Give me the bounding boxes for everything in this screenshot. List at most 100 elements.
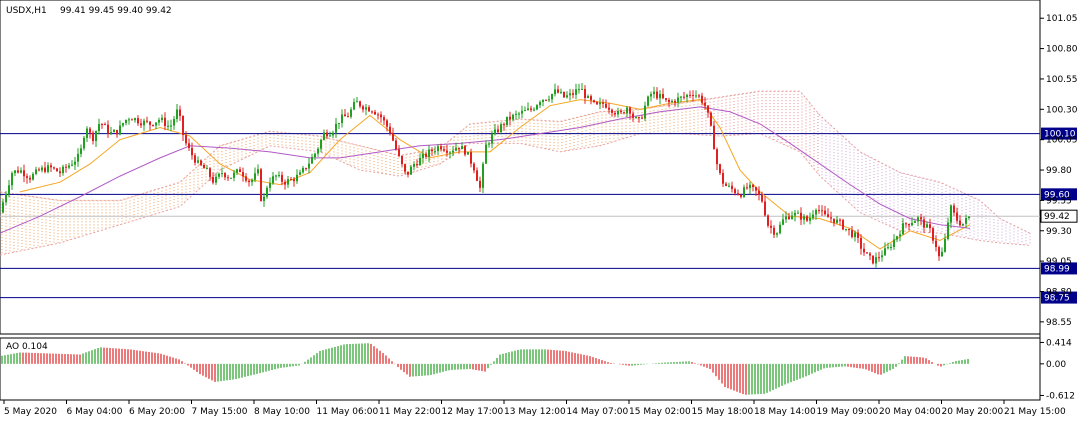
candle-body: [788, 216, 790, 220]
x-tick-label: 18 May 14:00: [754, 407, 816, 417]
candle-body: [953, 205, 955, 213]
candle-body: [491, 134, 493, 144]
candle-body: [293, 179, 295, 182]
candle-body: [587, 96, 589, 98]
candle-body: [203, 164, 205, 169]
x-tick-label: 14 May 07:00: [567, 407, 629, 417]
candle-body: [125, 119, 127, 124]
candle-body: [830, 217, 832, 219]
candle-body: [905, 223, 907, 225]
x-tick-label: 11 May 22:00: [379, 407, 441, 417]
candle-body: [149, 121, 151, 125]
candle-body: [596, 102, 598, 105]
candle-body: [665, 98, 667, 100]
candle-body: [398, 149, 400, 157]
candle-body: [743, 187, 745, 197]
y-tick-label: 99.80: [1046, 166, 1072, 176]
oscillator-axis-ticks: 0.414 0.00 -0.612: [1040, 338, 1075, 401]
candle-body: [695, 95, 697, 97]
candle-body: [212, 176, 214, 183]
candle-body: [689, 94, 691, 96]
candle-body: [119, 125, 121, 135]
candle-body: [722, 173, 724, 184]
candle-body: [80, 148, 82, 154]
candle-body: [890, 247, 892, 249]
candle-body: [353, 102, 355, 110]
candle-body: [17, 170, 19, 173]
candle-body: [395, 140, 397, 150]
candle-body: [224, 173, 226, 178]
candle-body: [965, 218, 967, 224]
candle-body: [677, 97, 679, 103]
candle-body: [107, 124, 109, 134]
candle-body: [392, 132, 394, 141]
x-tick-label: 20 May 04:00: [879, 407, 941, 417]
candle-body: [512, 114, 514, 120]
candle-body: [350, 109, 352, 117]
candle-body: [797, 212, 799, 214]
candle-body: [374, 111, 376, 115]
candle-body: [161, 117, 163, 120]
candle-body: [794, 212, 796, 216]
candle-body: [521, 110, 523, 114]
candle-body: [287, 179, 289, 185]
candle-body: [779, 224, 781, 234]
candle-body: [887, 247, 889, 249]
candle-body: [809, 217, 811, 221]
candle-body: [191, 147, 193, 156]
candle-body: [77, 153, 79, 162]
candle-body: [20, 170, 22, 173]
candle-body: [548, 99, 550, 101]
candle-body: [83, 137, 85, 149]
y-axis-ticks: 101.05 100.80 100.55 100.30 100.05 99.80 99.55…: [1040, 14, 1078, 328]
candle-body: [875, 257, 877, 264]
candle-body: [815, 209, 817, 215]
candle-body: [713, 125, 715, 150]
candle-body: [935, 240, 937, 248]
candle-body: [299, 172, 301, 175]
x-tick-label: 7 May 15:00: [192, 407, 248, 417]
price-chart: 100.1099.6098.9998.7599.42 101.05100.801…: [0, 0, 1078, 417]
candle-body: [173, 119, 175, 126]
oscillator-tick-label: 0.00: [1046, 360, 1066, 370]
candle-body: [137, 118, 139, 124]
candle-body: [164, 117, 166, 127]
candle-body: [608, 107, 610, 110]
candle-body: [221, 173, 223, 175]
candle-body: [584, 88, 586, 98]
candle-body: [71, 164, 73, 166]
candle-body: [632, 113, 634, 118]
x-tick-label: 19 May 09:00: [817, 407, 879, 417]
candle-body: [881, 255, 883, 258]
candle-body: [44, 167, 46, 172]
candle-body: [341, 114, 343, 123]
candle-body: [479, 180, 481, 188]
candle-body: [800, 212, 802, 220]
candle-body: [86, 128, 88, 138]
candle-body: [536, 105, 538, 110]
candle-body: [251, 179, 253, 183]
candle-body: [752, 184, 754, 188]
candle-body: [656, 91, 658, 99]
candle-body: [557, 89, 559, 93]
candle-body: [98, 124, 100, 131]
candle-body: [11, 173, 13, 186]
candle-body: [968, 216, 970, 219]
candle-body: [626, 107, 628, 114]
candle-body: [614, 112, 616, 115]
candle-body: [59, 171, 61, 174]
candle-body: [26, 176, 28, 178]
candle-body: [920, 217, 922, 220]
candle-body: [572, 93, 574, 95]
x-tick-label: 5 May 2020: [4, 407, 57, 417]
candle-body: [401, 156, 403, 165]
candle-body: [908, 224, 910, 226]
candle-body: [782, 219, 784, 225]
candle-body: [524, 110, 526, 112]
candle-body: [131, 119, 133, 121]
candle-body: [716, 149, 718, 165]
candle-body: [248, 180, 250, 183]
candle-body: [389, 126, 391, 133]
candle-body: [440, 146, 442, 150]
candle-body: [356, 101, 358, 103]
